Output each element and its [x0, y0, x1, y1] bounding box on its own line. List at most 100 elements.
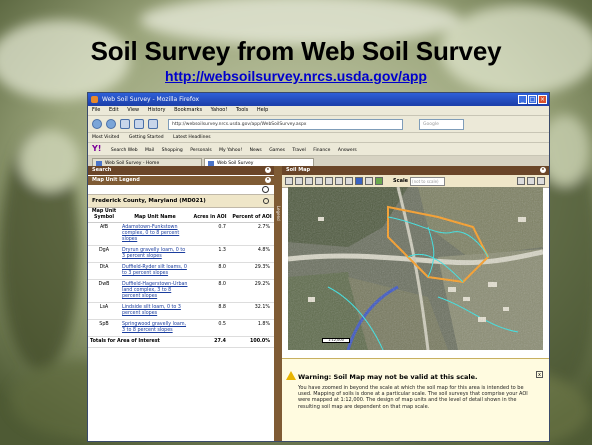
reload-icon[interactable] — [120, 119, 130, 129]
col-header-name: Map Unit Name — [120, 208, 190, 223]
row-percent: 29.3% — [230, 262, 274, 280]
help-icon[interactable] — [262, 186, 269, 193]
row-name-link[interactable]: Duffield-Hagerstown-Urban land complex, … — [120, 279, 190, 303]
browser-screenshot: Web Soil Survey - Mozilla Firefox _ □ × … — [88, 93, 549, 441]
print-icon[interactable] — [517, 177, 525, 185]
splitter-label: Legend — [276, 206, 281, 221]
bookmark-getting-started[interactable]: Getting Started — [129, 135, 164, 140]
menu-bar: File Edit View History Bookmarks Yahoo! … — [88, 106, 549, 116]
row-symbol: DtA — [88, 262, 120, 280]
slide-url-link[interactable]: http://websoilsurvey.nrcs.usda.gov/app — [0, 68, 592, 84]
yahoo-finance[interactable]: Finance — [313, 148, 330, 153]
yahoo-search-web[interactable]: Search Web — [111, 148, 138, 153]
home-icon[interactable] — [148, 119, 158, 129]
totals-label: Totals for Area of Interest — [88, 336, 190, 348]
search-box[interactable]: Google — [419, 118, 464, 130]
table-row: LsA Lindside silt loam, 0 to 3 percent s… — [88, 302, 274, 320]
back-icon[interactable] — [92, 119, 102, 129]
warning-body: You have zoomed in beyond the scale at w… — [298, 385, 528, 410]
navigation-toolbar: http://websoilsurvey.nrcs.usda.gov/app/W… — [88, 116, 549, 133]
search-panel-header[interactable]: Search • — [88, 166, 274, 175]
yahoo-mail[interactable]: Mail — [145, 148, 154, 153]
forward-icon[interactable] — [106, 119, 116, 129]
zoom-in-icon[interactable] — [285, 177, 293, 185]
previous-extent-icon[interactable] — [325, 177, 333, 185]
pan-icon[interactable] — [305, 177, 313, 185]
yahoo-logo-icon: Y! — [92, 144, 102, 153]
totals-row: Totals for Area of Interest 27.4 100.0% — [88, 336, 274, 348]
map-right-tools — [517, 177, 545, 185]
row-name-link[interactable]: Dryrun gravelly loam, 0 to 3 percent slo… — [120, 245, 190, 263]
window-title: Web Soil Survey - Mozilla Firefox — [102, 96, 199, 103]
next-extent-icon[interactable] — [335, 177, 343, 185]
window-controls: _ □ × — [518, 95, 547, 104]
yahoo-personals[interactable]: Personals — [190, 148, 211, 153]
menu-file[interactable]: File — [92, 107, 100, 113]
bookmark-most-visited[interactable]: Most Visited — [92, 135, 119, 140]
measure-icon[interactable] — [345, 177, 353, 185]
warning-title: Warning: Soil Map may not be valid at th… — [298, 373, 478, 381]
search-panel-label: Search — [92, 167, 112, 173]
menu-yahoo[interactable]: Yahoo! — [211, 107, 228, 113]
warning-icon — [286, 371, 296, 380]
legend-splitter[interactable]: Legend — [274, 166, 282, 441]
row-acres: 8.0 — [190, 262, 230, 280]
row-name-link[interactable]: Lindside silt loam, 0 to 3 percent slope… — [120, 302, 190, 320]
menu-tools[interactable]: Tools — [236, 107, 248, 113]
yahoo-games[interactable]: Games — [269, 148, 285, 153]
zoom-out-icon[interactable] — [295, 177, 303, 185]
menu-view[interactable]: View — [127, 107, 139, 113]
yahoo-my-yahoo[interactable]: My Yahoo! — [219, 148, 242, 153]
county-header: Frederick County, Maryland (MD021) — [88, 195, 274, 208]
full-extent-icon[interactable] — [315, 177, 323, 185]
menu-bookmarks[interactable]: Bookmarks — [174, 107, 202, 113]
row-symbol: SpB — [88, 319, 120, 337]
close-icon[interactable]: × — [538, 95, 547, 104]
help-icon[interactable] — [537, 177, 545, 185]
map-unit-table: Map Unit Symbol Map Unit Name Acres in A… — [88, 208, 274, 348]
row-percent: 4.8% — [230, 245, 274, 263]
info-icon[interactable] — [263, 198, 269, 204]
minimize-icon[interactable]: _ — [518, 95, 527, 104]
aoi-polygon-icon[interactable] — [375, 177, 383, 185]
row-percent: 1.8% — [230, 319, 274, 337]
collapse-icon[interactable]: • — [265, 177, 271, 183]
totals-percent: 100.0% — [230, 336, 274, 348]
row-symbol: DwB — [88, 279, 120, 303]
collapse-icon[interactable]: • — [540, 167, 546, 173]
expand-icon[interactable]: • — [265, 167, 271, 173]
layers-icon[interactable] — [527, 177, 535, 185]
menu-help[interactable]: Help — [257, 107, 268, 113]
row-name-link[interactable]: Adamstown-Funkstown complex, 0 to 8 perc… — [120, 222, 190, 246]
row-percent: 32.1% — [230, 302, 274, 320]
close-icon[interactable]: x — [536, 371, 543, 378]
soil-map-header: Soil Map • — [282, 166, 549, 175]
row-percent: 2.7% — [230, 222, 274, 246]
menu-history[interactable]: History — [148, 107, 166, 113]
firefox-icon — [91, 96, 98, 103]
row-name-link[interactable]: Duffield-Ryder silt loams, 0 to 3 percen… — [120, 262, 190, 280]
legend-toolbar — [88, 185, 274, 195]
soil-map-title: Soil Map — [286, 167, 311, 173]
web-soil-survey-app: Search • Map Unit Legend • Frederick Cou… — [88, 166, 549, 441]
table-row: DtA Duffield-Ryder silt loams, 0 to 3 pe… — [88, 262, 274, 280]
map-scale-bar: 1:12,000 — [322, 338, 350, 343]
yahoo-answers[interactable]: Answers — [338, 148, 357, 153]
stop-icon[interactable] — [134, 119, 144, 129]
yahoo-shopping[interactable]: Shopping — [162, 148, 183, 153]
table-row: DwB Duffield-Hagerstown-Urban land compl… — [88, 279, 274, 303]
legend-panel-header[interactable]: Map Unit Legend • — [88, 176, 274, 185]
aoi-rectangle-icon[interactable] — [365, 177, 373, 185]
scale-warning-box: Warning: Soil Map may not be valid at th… — [282, 358, 549, 441]
maximize-icon[interactable]: □ — [528, 95, 537, 104]
aerial-soil-map[interactable] — [288, 187, 543, 350]
scale-label: Scale — [393, 178, 409, 184]
row-name-link[interactable]: Springwood gravelly loam, 3 to 8 percent… — [120, 319, 190, 337]
bookmark-latest-headlines[interactable]: Latest Headlines — [173, 135, 211, 140]
identify-icon[interactable] — [355, 177, 363, 185]
yahoo-travel[interactable]: Travel — [292, 148, 305, 153]
address-bar[interactable]: http://websoilsurvey.nrcs.usda.gov/app/W… — [168, 118, 403, 130]
scale-input[interactable]: (not to scale) — [410, 176, 446, 186]
menu-edit[interactable]: Edit — [109, 107, 119, 113]
yahoo-news[interactable]: News — [250, 148, 262, 153]
